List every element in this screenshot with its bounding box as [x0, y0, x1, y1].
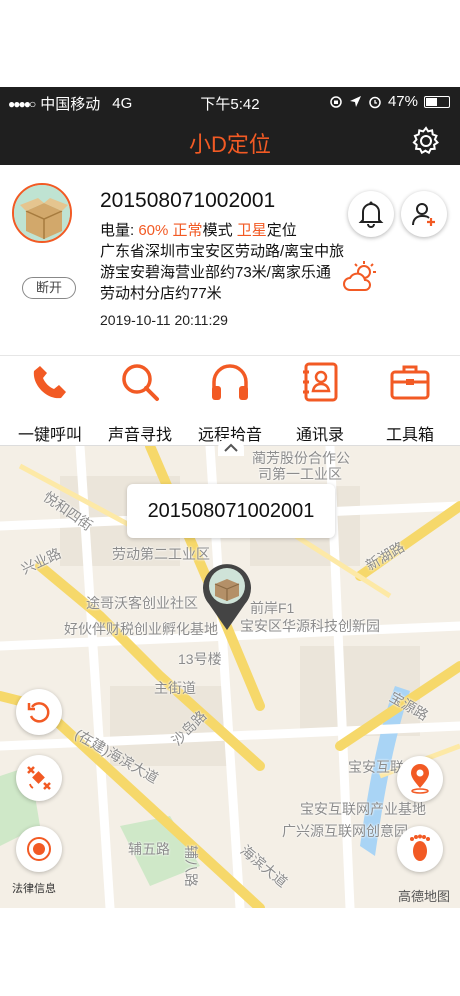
map-label: 主街道	[154, 680, 196, 696]
refresh-location-button[interactable]	[16, 689, 62, 735]
chevron-up-icon	[224, 443, 238, 452]
device-address: 广东省深圳市宝安区劳动路/离宝中旅游宝安碧海营业部约73米/离家乐通劳动村分店约…	[100, 243, 345, 302]
location-arrow-icon	[349, 96, 361, 107]
bell-icon	[358, 201, 384, 228]
search-icon	[122, 364, 159, 401]
satellite-mode-button[interactable]	[16, 755, 62, 801]
quick-action-label: 一键呼叫	[17, 427, 82, 444]
device-info-card: 断开 201508071002001 电量: 60% 正常模式 卫星定位 广东省…	[0, 166, 460, 356]
app-screen: ●●●●○ 中国移动 4G 下午5:42 47% 小D定位 断开 2015080…	[0, 0, 460, 996]
alarm-icon	[369, 96, 381, 108]
quick-action-call[interactable]: 一键呼叫	[10, 360, 90, 445]
contacts-icon	[303, 362, 338, 402]
map-pin-icon	[411, 764, 429, 794]
locate-value: 卫星	[236, 222, 267, 239]
phone-icon	[33, 366, 66, 399]
map-label: 广兴源互联网创意园	[282, 823, 408, 839]
battery-icon	[424, 95, 450, 108]
weather-cloudy-sun-icon	[343, 261, 376, 291]
status-bar: ●●●●○ 中国移动 4G 下午5:42 47%	[0, 87, 460, 117]
rotation-lock-icon	[330, 95, 342, 108]
notification-button[interactable]	[348, 191, 394, 237]
quick-action-label: 声音寻找	[107, 427, 172, 444]
map-label: 辅八路	[183, 845, 199, 887]
add-member-button[interactable]	[401, 191, 447, 237]
locate-device-button[interactable]	[397, 756, 443, 802]
map-label: 司第一工业区	[258, 466, 342, 482]
device-status-line: 电量: 60% 正常模式 卫星定位	[100, 219, 297, 240]
mode-suffix: 模式	[202, 222, 233, 239]
quick-action-label: 工具箱	[385, 427, 434, 444]
map-label: 宝安区华源科技创新园	[240, 618, 380, 634]
battery-percent: 47%	[387, 93, 418, 110]
device-id: 201508071002001	[100, 189, 276, 212]
legal-info-link[interactable]: 法律信息	[12, 880, 56, 896]
status-badge: 断开	[22, 277, 76, 299]
package-box-icon	[14, 185, 70, 241]
quick-action-contacts[interactable]: 通讯录	[280, 360, 360, 445]
map-label: 宝安互联	[348, 759, 404, 775]
quick-action-sound-find[interactable]: 声音寻找	[100, 360, 180, 445]
map-label: 辅五路	[128, 841, 170, 857]
collapse-panel-button[interactable]	[218, 438, 244, 456]
gear-icon[interactable]	[410, 125, 442, 157]
quick-actions-bar: 一键呼叫 声音寻找 远程拾音 通讯录 工具箱	[0, 356, 460, 446]
nav-bar: 小D定位	[0, 117, 460, 165]
mode-value: 正常	[172, 222, 203, 239]
toolbox-icon	[390, 365, 430, 400]
device-location-pin[interactable]	[195, 556, 259, 632]
locate-suffix: 定位	[266, 222, 297, 239]
map-label: 13号楼	[178, 651, 222, 667]
map-label: 宝安互联网产业基地	[300, 801, 426, 817]
record-icon	[27, 837, 51, 861]
refresh-icon	[27, 702, 50, 723]
device-location-callout[interactable]: 201508071002001	[127, 484, 335, 538]
power-value: 60%	[138, 222, 169, 239]
add-user-icon	[412, 203, 435, 226]
satellite-icon	[27, 766, 51, 790]
record-button[interactable]	[16, 826, 62, 872]
power-label: 电量:	[100, 222, 139, 239]
footprint-history-button[interactable]	[397, 826, 443, 872]
map-label: 途哥沃客创业社区	[86, 595, 198, 611]
device-avatar[interactable]	[12, 183, 72, 243]
footprint-icon	[410, 834, 430, 861]
quick-action-toolbox[interactable]: 工具箱	[370, 360, 450, 445]
page-title: 小D定位	[189, 132, 271, 157]
map-provider-logo: 高德地图	[398, 889, 451, 904]
update-timestamp: 2019-10-11 20:11:29	[100, 312, 228, 328]
headphones-icon	[212, 364, 248, 400]
quick-action-label: 通讯录	[295, 427, 344, 444]
quick-action-remote-listen[interactable]: 远程拾音	[190, 360, 270, 445]
battery-fill	[426, 97, 438, 106]
